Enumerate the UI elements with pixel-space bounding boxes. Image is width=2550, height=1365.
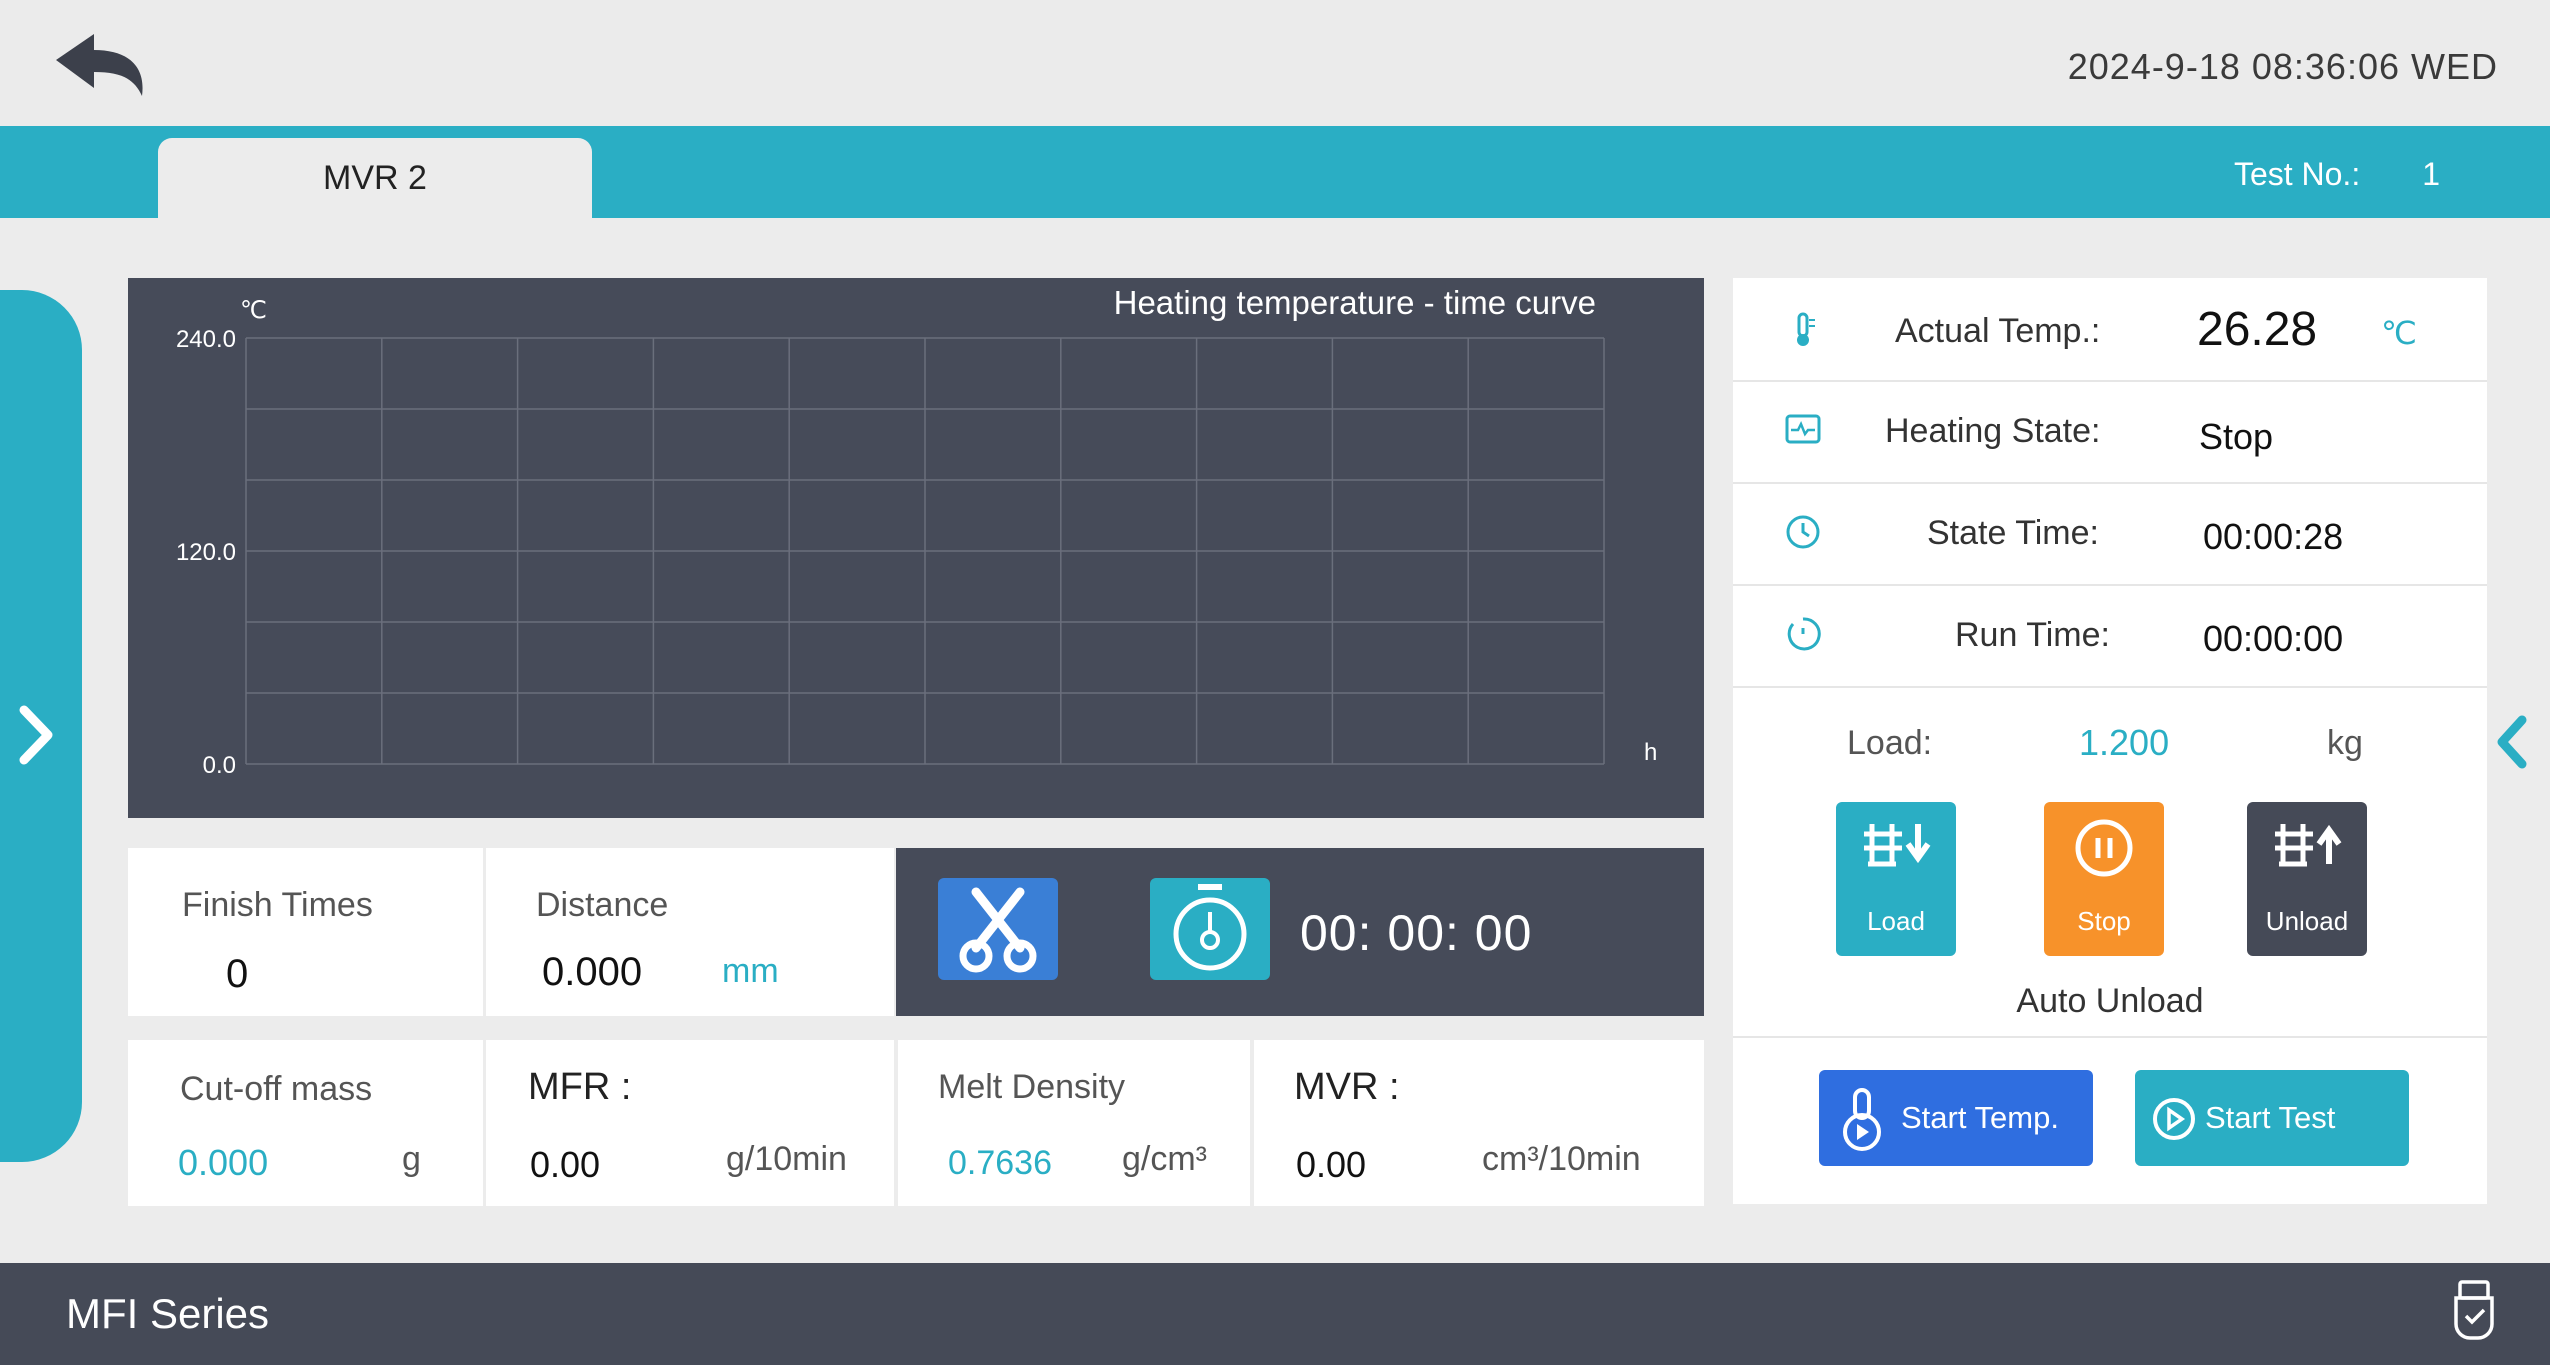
auto-unload-label: Auto Unload: [2016, 982, 2204, 1020]
mvr-unit: cm³/10min: [1482, 1140, 1641, 1178]
distance-value: 0.000: [542, 950, 643, 994]
mvr-label: MVR :: [1294, 1066, 1400, 1108]
state-time-label: State Time:: [1927, 514, 2099, 552]
unload-icon: [2269, 818, 2345, 875]
start-temp-label: Start Temp.: [1901, 1100, 2059, 1135]
unload-button-label: Unload: [2265, 906, 2349, 936]
heating-state-row: Heating State: Stop: [1733, 380, 2487, 484]
y-tick-label: 240.0: [176, 326, 236, 353]
temperature-time-chart: ℃ Heating temperature - time curve h 240…: [128, 278, 1704, 818]
cutoff-mass-label: Cut-off mass: [180, 1070, 373, 1108]
cutoff-mass-value: 0.000: [178, 1142, 269, 1183]
finish-times-value: 0: [226, 952, 249, 996]
stop-icon: [2074, 818, 2134, 883]
mfr-value: 0.00: [530, 1144, 601, 1185]
mfr-label: MFR :: [528, 1066, 632, 1108]
load-icon: [1858, 818, 1934, 875]
actual-temp-unit: ℃: [2381, 315, 2417, 351]
timer-icon: [1785, 616, 1821, 652]
start-test-icon: [2151, 1096, 2197, 1147]
chevron-left-icon[interactable]: [2490, 712, 2534, 772]
start-temp-icon: [1839, 1088, 1889, 1157]
mvr-value: 0.00: [1296, 1144, 1367, 1185]
load-label: Load:: [1847, 724, 1933, 762]
distance-card: Distance 0.000 mm: [486, 848, 894, 1016]
test-number-value: 1: [2422, 156, 2440, 192]
start-test-label: Start Test: [2205, 1100, 2336, 1135]
start-temp-button[interactable]: Start Temp.: [1819, 1070, 2093, 1166]
footer-title: MFI Series: [66, 1290, 270, 1337]
melt-density-value: 0.7636: [948, 1144, 1052, 1182]
y-tick-label: 0.0: [203, 752, 236, 779]
chart-grid: [245, 337, 1605, 765]
divider: [1733, 1036, 2487, 1038]
load-value: 1.200: [2079, 722, 2170, 763]
chevron-right-icon[interactable]: [14, 700, 58, 770]
heating-state-label: Heating State:: [1885, 412, 2101, 450]
actual-temp-row: Actual Temp.: 26.28 ℃: [1733, 278, 2487, 382]
stop-button[interactable]: Stop: [2044, 802, 2164, 956]
tab-mvr2[interactable]: MVR 2: [158, 138, 592, 218]
cutoff-mass-card: Cut-off mass 0.000 g: [128, 1040, 483, 1206]
clock-icon: [1785, 514, 1821, 550]
run-time-label: Run Time:: [1955, 616, 2110, 654]
unload-button[interactable]: Unload: [2247, 802, 2367, 956]
stop-button-label: Stop: [2077, 906, 2131, 936]
cutoff-mass-unit: g: [402, 1140, 421, 1178]
y-axis-unit: ℃: [240, 297, 267, 324]
thermometer-icon: [1785, 312, 1821, 348]
status-panel: Actual Temp.: 26.28 ℃ Heating State: Sto…: [1733, 278, 2487, 1204]
cut-timer-panel: 00: 00: 00: [896, 848, 1704, 1016]
usb-icon[interactable]: [2452, 1280, 2496, 1345]
scissors-icon[interactable]: [938, 878, 1058, 980]
distance-unit: mm: [722, 952, 779, 990]
finish-times-card: Finish Times 0: [128, 848, 483, 1016]
finish-times-label: Finish Times: [182, 886, 373, 924]
heating-state-value: Stop: [2199, 416, 2274, 457]
y-ticks: 240.0 120.0 0.0: [176, 326, 236, 779]
chart-svg: ℃ Heating temperature - time curve h 240…: [176, 284, 1657, 779]
test-number-label: Test No.:: [2233, 156, 2361, 192]
datetime-display: 2024-9-18 08:36:06 WED: [2067, 46, 2498, 87]
run-time-row: Run Time: 00:00:00: [1733, 584, 2487, 688]
mfr-card: MFR : 0.00 g/10min: [486, 1040, 894, 1206]
y-tick-label: 120.0: [176, 539, 236, 566]
distance-label: Distance: [536, 886, 669, 924]
x-axis-unit: h: [1644, 739, 1657, 766]
start-test-button[interactable]: Start Test: [2135, 1070, 2409, 1166]
melt-density-card: Melt Density 0.7636 g/cm³: [898, 1040, 1250, 1206]
footer-bar: [0, 1263, 2550, 1365]
stopwatch-icon[interactable]: [1150, 878, 1270, 980]
load-unit: kg: [2327, 724, 2363, 762]
melt-density-unit: g/cm³: [1122, 1140, 1207, 1178]
melt-density-label: Melt Density: [938, 1068, 1126, 1106]
back-arrow-icon[interactable]: [50, 30, 160, 106]
state-time-row: State Time: 00:00:28: [1733, 482, 2487, 586]
actual-temp-value: 26.28: [2197, 303, 2318, 356]
state-time-value: 00:00:28: [2203, 516, 2344, 557]
actual-temp-label: Actual Temp.:: [1895, 312, 2101, 350]
load-button-label: Load: [1867, 906, 1925, 936]
chart-title: Heating temperature - time curve: [1114, 284, 1596, 321]
test-number: Test No.: 1: [2234, 156, 2440, 193]
run-time-value: 00:00:00: [2203, 618, 2344, 659]
mfr-unit: g/10min: [726, 1140, 847, 1178]
mvr-card: MVR : 0.00 cm³/10min: [1254, 1040, 1704, 1206]
load-button[interactable]: Load: [1836, 802, 1956, 956]
heating-state-icon: [1785, 412, 1821, 448]
timer-value: 00: 00: 00: [1300, 905, 1533, 961]
